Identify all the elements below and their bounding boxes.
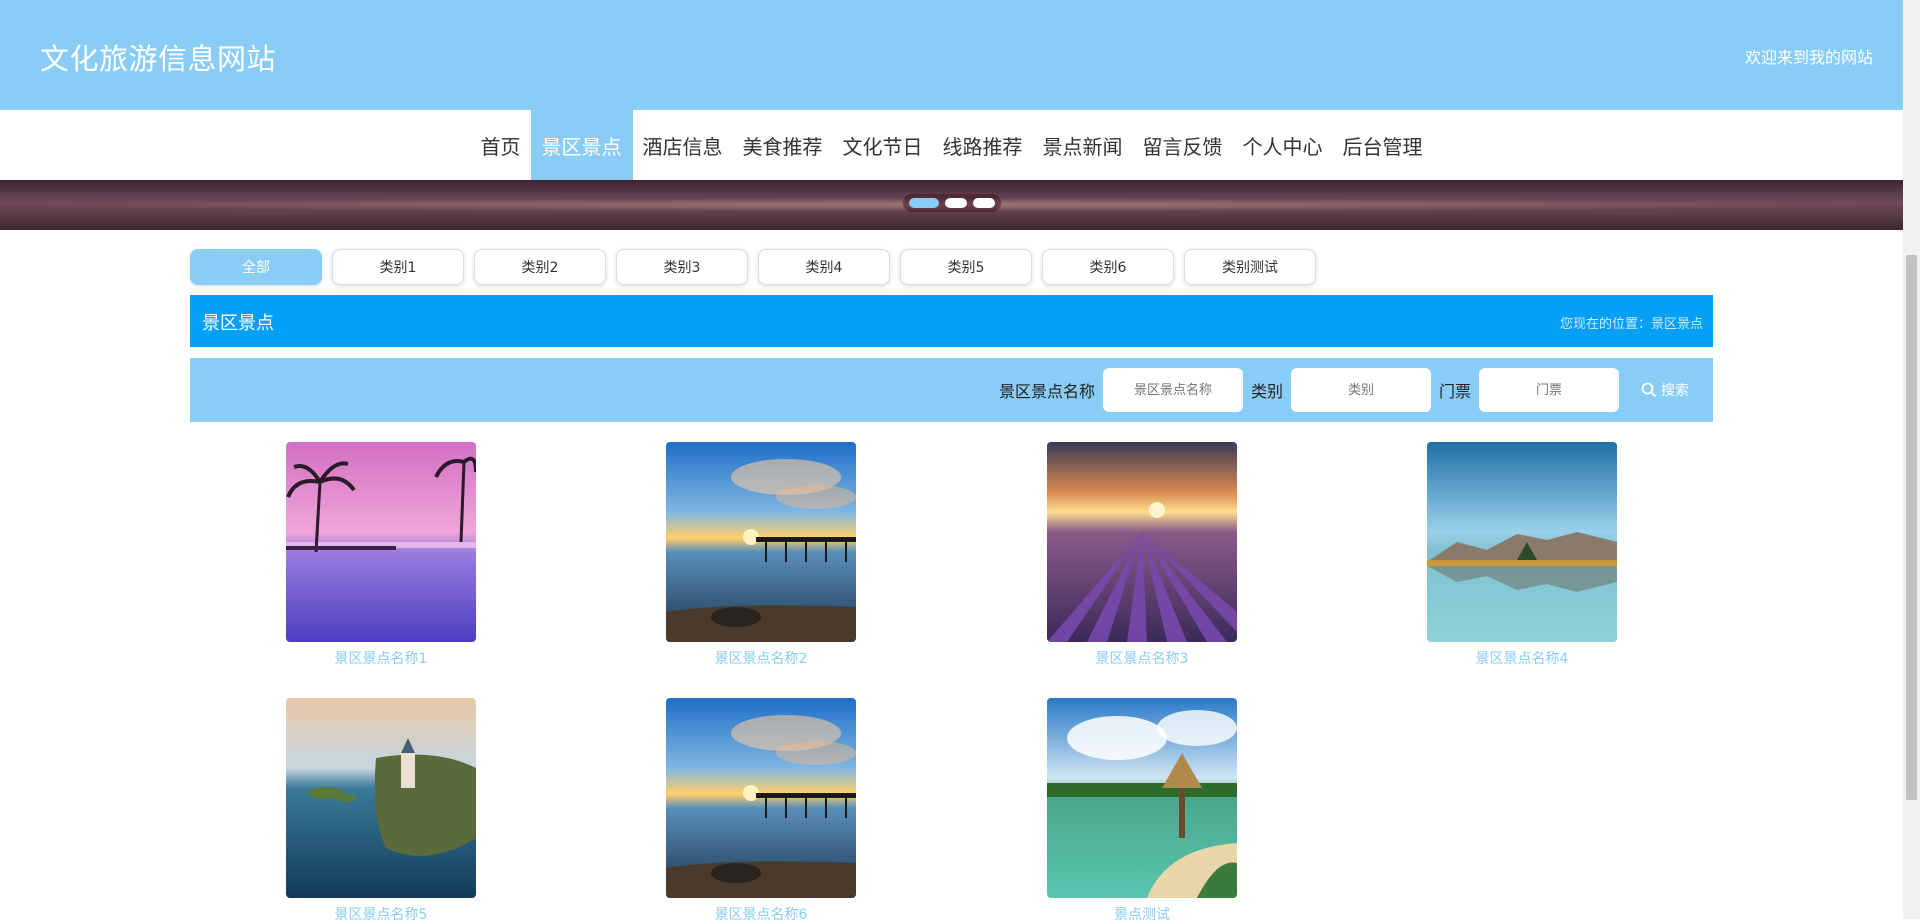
carousel-dots (902, 194, 1001, 212)
carousel-dot-3[interactable] (972, 198, 995, 208)
page-scrollbar[interactable] (1903, 0, 1920, 919)
carousel-dot-2[interactable] (944, 198, 967, 208)
spot-name[interactable]: 景区景点名称2 (666, 648, 856, 668)
search-bar: 景区景点名称 类别 门票 搜索 (190, 358, 1713, 422)
section-title-bar: 景区景点 您现在的位置：景区景点 (190, 295, 1713, 347)
pier-sunset-image (666, 442, 856, 642)
main-nav: 首页 景区景点 酒店信息 美食推荐 文化节日 线路推荐 景点新闻 留言反馈 个人… (0, 110, 1903, 180)
nav-item-news[interactable]: 景点新闻 (1033, 110, 1133, 180)
welcome-text: 欢迎来到我的网站 (1744, 48, 1873, 67)
carousel-dot-1[interactable] (908, 198, 939, 208)
nav-item-scenic-spots[interactable]: 景区景点 (530, 110, 633, 180)
filter-category-1[interactable]: 类别1 (332, 249, 464, 285)
breadcrumb: 您现在的位置：景区景点 (1559, 317, 1703, 332)
filter-all[interactable]: 全部 (190, 249, 322, 285)
name-label: 景区景点名称 (998, 382, 1095, 401)
filter-category-5[interactable]: 类别5 (900, 249, 1032, 285)
beach-hut-image (1047, 698, 1237, 898)
nav-item-hotels[interactable]: 酒店信息 (633, 110, 733, 180)
banner-carousel[interactable] (0, 180, 1903, 230)
nav-item-home[interactable]: 首页 (471, 110, 531, 180)
search-icon (1641, 382, 1657, 398)
spot-card[interactable]: 景区景点名称4 (1427, 442, 1617, 668)
section-title: 景区景点 (202, 313, 274, 334)
search-button[interactable]: 搜索 (1641, 380, 1689, 400)
name-input[interactable] (1102, 368, 1243, 412)
spot-card[interactable]: 景区景点名称3 (1047, 442, 1237, 668)
spot-card[interactable]: 景区景点名称6 (666, 698, 856, 924)
filter-category-2[interactable]: 类别2 (474, 249, 606, 285)
island-castle-image (286, 698, 476, 898)
spot-card[interactable]: 景点测试 (1047, 698, 1237, 924)
mountain-lake-image (1427, 442, 1617, 642)
spot-name[interactable]: 景区景点名称6 (666, 904, 856, 924)
spot-name[interactable]: 景区景点名称3 (1047, 648, 1237, 668)
nav-item-routes[interactable]: 线路推荐 (933, 110, 1033, 180)
pier-sunset-image (666, 698, 856, 898)
lavender-field-image (1047, 442, 1237, 642)
nav-item-admin[interactable]: 后台管理 (1333, 110, 1433, 180)
filter-category-4[interactable]: 类别4 (758, 249, 890, 285)
nav-item-festivals[interactable]: 文化节日 (833, 110, 933, 180)
spot-name[interactable]: 景区景点名称4 (1427, 648, 1617, 668)
filter-category-3[interactable]: 类别3 (616, 249, 748, 285)
filter-category-test[interactable]: 类别测试 (1184, 249, 1316, 285)
ticket-input[interactable] (1479, 368, 1619, 412)
nav-item-food[interactable]: 美食推荐 (733, 110, 833, 180)
filter-category-6[interactable]: 类别6 (1042, 249, 1174, 285)
spot-name[interactable]: 景区景点名称1 (286, 648, 476, 668)
site-title[interactable]: 文化旅游信息网站 (40, 36, 276, 78)
ticket-label: 门票 (1438, 382, 1471, 401)
category-label: 类别 (1250, 382, 1283, 401)
nav-item-feedback[interactable]: 留言反馈 (1133, 110, 1233, 180)
category-filters: 全部 类别1 类别2 类别3 类别4 类别5 类别6 类别测试 (190, 249, 1316, 285)
spot-card[interactable]: 景区景点名称5 (286, 698, 476, 924)
spot-name[interactable]: 景区景点名称5 (286, 904, 476, 924)
search-button-label: 搜索 (1661, 383, 1689, 399)
tropical-pool-sunset-image (286, 442, 476, 642)
spot-name[interactable]: 景点测试 (1047, 904, 1237, 924)
nav-item-profile[interactable]: 个人中心 (1233, 110, 1333, 180)
spot-card[interactable]: 景区景点名称2 (666, 442, 856, 668)
site-header: 文化旅游信息网站 欢迎来到我的网站 (0, 0, 1903, 110)
spot-card[interactable]: 景区景点名称1 (286, 442, 476, 668)
category-input[interactable] (1290, 368, 1431, 412)
scrollbar-thumb[interactable] (1906, 255, 1917, 800)
